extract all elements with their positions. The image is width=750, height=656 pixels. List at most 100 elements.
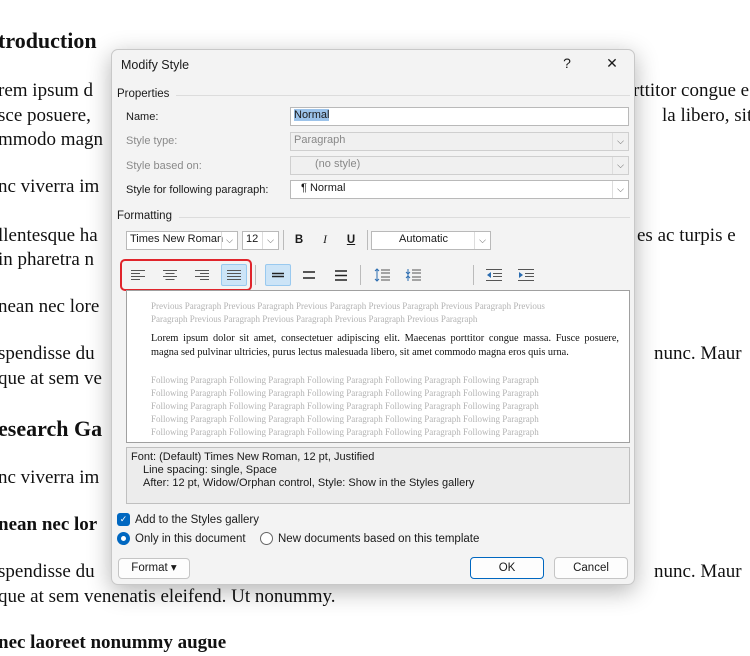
align-left-icon bbox=[131, 270, 145, 280]
checkbox-checked-icon: ✓ bbox=[117, 513, 130, 526]
size-select[interactable]: 12 ⌵ bbox=[242, 231, 279, 250]
doc-line: nc viverra im bbox=[0, 176, 100, 197]
ok-button[interactable]: OK bbox=[470, 557, 544, 579]
chevron-down-icon: ⌵ bbox=[474, 232, 490, 249]
doc-subheading: nec laoreet nonummy augue bbox=[0, 632, 227, 653]
align-right-button[interactable] bbox=[189, 264, 215, 286]
modify-style-dialog: Modify Style ? ✕ Properties Name: Normal… bbox=[111, 49, 635, 585]
doc-line: la libero, sit bbox=[662, 105, 750, 126]
separator bbox=[473, 265, 474, 285]
doc-line: nean nec lore bbox=[0, 296, 100, 317]
doc-line: rem ipsum d bbox=[0, 80, 93, 101]
following-style-select[interactable]: ¶ Normal ⌵ bbox=[290, 180, 629, 199]
formatting-heading: Formatting bbox=[117, 210, 172, 222]
chevron-down-icon: ⌵ bbox=[612, 181, 628, 198]
add-to-gallery-label: Add to the Styles gallery bbox=[135, 513, 260, 526]
format-button[interactable]: Format ▾ bbox=[118, 558, 190, 579]
doc-subheading: nean nec lor bbox=[0, 514, 98, 535]
style-description: Font: (Default) Times New Roman, 12 pt, … bbox=[126, 447, 630, 504]
increase-spacing-icon bbox=[374, 268, 390, 282]
separator bbox=[367, 230, 368, 250]
chevron-down-icon: ⌵ bbox=[262, 232, 278, 249]
align-left-button[interactable] bbox=[125, 264, 151, 286]
separator bbox=[255, 265, 256, 285]
description-line: Font: (Default) Times New Roman, 12 pt, … bbox=[131, 451, 375, 463]
doc-line: llentesque ha bbox=[0, 225, 98, 246]
style-type-value: Paragraph bbox=[294, 134, 346, 146]
radio-unselected-icon bbox=[260, 532, 273, 545]
increase-indent-button[interactable] bbox=[513, 264, 539, 286]
doc-line: mmodo magn bbox=[0, 129, 104, 150]
one-half-spacing-icon bbox=[303, 271, 315, 279]
double-spacing-button[interactable] bbox=[328, 264, 354, 286]
doc-line: spendisse du bbox=[0, 561, 95, 582]
only-this-document-radio[interactable]: Only in this document bbox=[117, 532, 246, 545]
based-on-value: (no style) bbox=[315, 158, 361, 170]
following-label: Style for following paragraph: bbox=[126, 184, 269, 196]
doc-heading: esearch Ga bbox=[0, 416, 103, 441]
bold-button[interactable]: B bbox=[286, 229, 312, 251]
doc-line: que at sem ve bbox=[0, 368, 102, 389]
following-paragraph-preview: Following Paragraph Following Paragraph … bbox=[151, 375, 539, 437]
only-this-document-label: Only in this document bbox=[135, 532, 246, 545]
justify-icon bbox=[227, 270, 241, 280]
one-half-spacing-button[interactable] bbox=[296, 264, 322, 286]
style-preview: Previous Paragraph Previous Paragraph Pr… bbox=[126, 290, 630, 443]
font-select[interactable]: Times New Roman ⌵ bbox=[126, 231, 238, 250]
properties-heading: Properties bbox=[117, 88, 170, 100]
name-value: Normal bbox=[294, 109, 330, 121]
radio-selected-icon bbox=[117, 532, 130, 545]
underline-button[interactable]: U bbox=[338, 229, 364, 251]
italic-button[interactable]: I bbox=[312, 229, 338, 251]
single-spacing-icon bbox=[272, 272, 284, 278]
close-button[interactable]: ✕ bbox=[597, 55, 627, 72]
doc-line: nc viverra im bbox=[0, 467, 100, 488]
description-line: After: 12 pt, Widow/Orphan control, Styl… bbox=[143, 477, 475, 489]
doc-line: rttitor congue e bbox=[633, 80, 750, 101]
chevron-down-icon: ⌵ bbox=[612, 157, 628, 174]
align-right-icon bbox=[195, 270, 209, 280]
increase-indent-icon bbox=[518, 269, 534, 281]
increase-spacing-button[interactable] bbox=[369, 264, 395, 286]
following-value: ¶ Normal bbox=[301, 182, 346, 194]
decrease-spacing-button[interactable] bbox=[400, 264, 426, 286]
double-spacing-icon bbox=[335, 269, 347, 281]
doc-line: sce posuere, bbox=[0, 105, 91, 126]
decrease-indent-button[interactable] bbox=[481, 264, 507, 286]
name-input[interactable]: Normal bbox=[290, 107, 629, 126]
dialog-title: Modify Style bbox=[121, 58, 190, 72]
font-value: Times New Roman bbox=[130, 233, 224, 245]
doc-line: nunc. Maur bbox=[654, 343, 742, 364]
align-center-icon bbox=[163, 270, 177, 280]
font-color-select[interactable]: Automatic ⌵ bbox=[371, 231, 491, 250]
style-type-select[interactable]: Paragraph ⌵ bbox=[290, 132, 629, 151]
new-documents-radio[interactable]: New documents based on this template bbox=[260, 532, 479, 545]
doc-line: que at sem venenatis eleifend. Ut nonumm… bbox=[0, 586, 336, 607]
decrease-spacing-icon bbox=[405, 269, 421, 281]
add-to-gallery-checkbox[interactable]: ✓ Add to the Styles gallery bbox=[117, 513, 259, 526]
separator bbox=[283, 230, 284, 250]
doc-line: es ac turpis e bbox=[637, 225, 736, 246]
current-paragraph-preview: Lorem ipsum dolor sit amet, consectetuer… bbox=[151, 333, 619, 358]
based-on-label: Style based on: bbox=[126, 160, 202, 172]
cancel-button[interactable]: Cancel bbox=[554, 557, 628, 579]
separator bbox=[360, 265, 361, 285]
justify-button[interactable] bbox=[221, 264, 247, 286]
doc-line: in pharetra n bbox=[0, 249, 95, 270]
style-type-label: Style type: bbox=[126, 135, 178, 147]
single-spacing-button[interactable] bbox=[265, 264, 291, 286]
divider bbox=[179, 217, 630, 218]
based-on-select[interactable]: (no style) ⌵ bbox=[290, 156, 629, 175]
decrease-indent-icon bbox=[486, 269, 502, 281]
doc-line: spendisse du bbox=[0, 343, 95, 364]
font-color-value: Automatic bbox=[399, 233, 448, 245]
doc-line: nunc. Maur bbox=[654, 561, 742, 582]
chevron-down-icon: ⌵ bbox=[612, 133, 628, 150]
doc-heading: troduction bbox=[0, 28, 97, 53]
name-label: Name: bbox=[126, 111, 159, 123]
new-documents-label: New documents based on this template bbox=[278, 532, 480, 545]
help-button[interactable]: ? bbox=[552, 55, 582, 71]
align-center-button[interactable] bbox=[157, 264, 183, 286]
chevron-down-icon: ⌵ bbox=[221, 232, 237, 249]
divider bbox=[176, 95, 630, 96]
